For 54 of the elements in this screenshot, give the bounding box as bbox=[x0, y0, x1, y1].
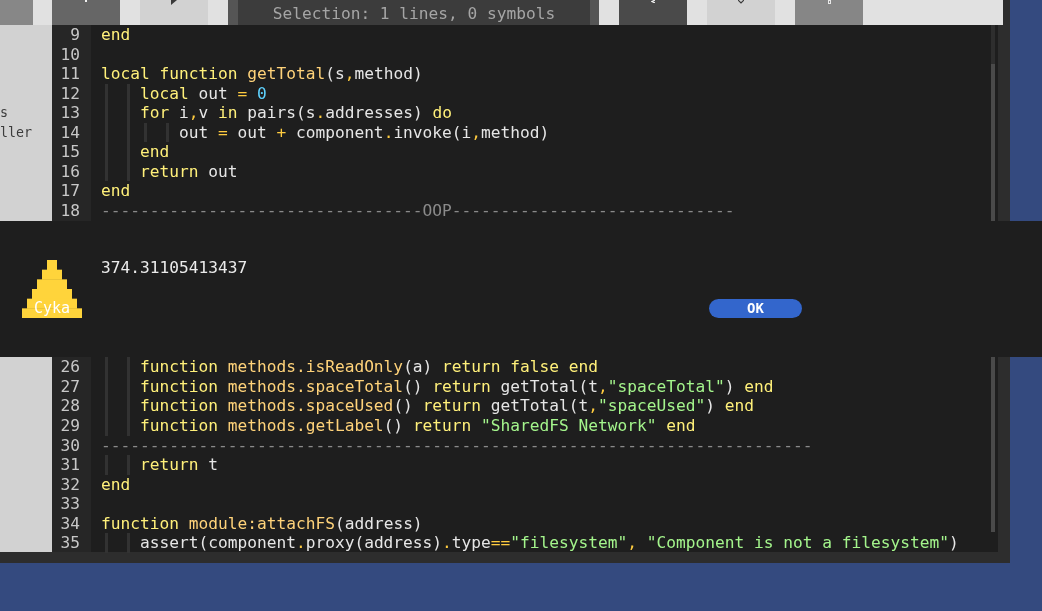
line-number: 9 bbox=[70, 25, 80, 45]
code-line: function methods.spaceTotal() return getTotal(t,"spaceTotal") end bbox=[139, 376, 774, 397]
code-line: local function getTotal(s,method) bbox=[101, 64, 423, 84]
code-line: return t bbox=[139, 455, 218, 475]
line-number: 30 bbox=[60, 435, 80, 456]
code-line: end bbox=[101, 25, 131, 45]
line-number: 33 bbox=[60, 494, 80, 514]
status-text: Selection: 1 lines, 0 symbols bbox=[272, 5, 556, 23]
line-number: 13 bbox=[60, 103, 80, 123]
line-number: 31 bbox=[60, 455, 80, 475]
logo-label: Cyka bbox=[33, 300, 71, 316]
line-number: 10 bbox=[60, 44, 80, 65]
line-number: 12 bbox=[60, 83, 80, 104]
line-number: 16 bbox=[60, 161, 80, 182]
code-line: function methods.getLabel() return "SharedFS Network" end bbox=[139, 416, 696, 436]
line-number: 17 bbox=[60, 181, 80, 201]
code-line: function module:attachFS(address) bbox=[101, 513, 423, 534]
toolbar-button[interactable] bbox=[619, 0, 687, 25]
line-number: 26 bbox=[60, 357, 80, 377]
ok-button[interactable]: OK bbox=[709, 298, 802, 318]
line-number: 29 bbox=[60, 416, 80, 436]
toolbar-button[interactable] bbox=[140, 0, 208, 25]
code-line: ------------------------------------------------------------------------- bbox=[101, 435, 813, 456]
line-number: 14 bbox=[60, 122, 80, 143]
code-line: return out bbox=[139, 161, 238, 182]
code-line: out = out + component.invoke(i,method) bbox=[178, 122, 550, 143]
line-number: 32 bbox=[60, 474, 80, 495]
toolbar-button[interactable] bbox=[707, 0, 775, 25]
line-number: 27 bbox=[60, 376, 80, 397]
stepped-triangle-icon bbox=[22, 260, 82, 318]
triangle-icon bbox=[171, 0, 177, 5]
line-number: 15 bbox=[60, 142, 80, 162]
file-name[interactable]: s bbox=[0, 103, 8, 123]
line-number: 34 bbox=[60, 513, 80, 534]
file-name[interactable]: ller bbox=[0, 122, 33, 143]
toolbar-button[interactable] bbox=[52, 0, 120, 25]
code-line: function methods.spaceUsed() return getTotal(t,"spaceUsed") end bbox=[139, 396, 755, 416]
line-number: 11 bbox=[60, 64, 80, 84]
code-line: ---------------------------------OOP----------------------------- bbox=[101, 200, 735, 221]
chevron-left-icon bbox=[651, 0, 655, 3]
code-line: function methods.isReadOnly(a) return false end bbox=[139, 357, 599, 377]
line-number: 18 bbox=[60, 200, 80, 221]
line-number: 35 bbox=[60, 533, 80, 553]
code-line: for i,v in pairs(s.addresses) do bbox=[139, 103, 452, 123]
line-number: 28 bbox=[60, 396, 80, 416]
code-line: end bbox=[139, 142, 170, 162]
toolbar-button[interactable] bbox=[795, 0, 863, 25]
code-line: end bbox=[101, 474, 131, 495]
toolbar-button[interactable] bbox=[0, 0, 33, 25]
code-line: end bbox=[101, 181, 131, 201]
code-line: assert(component.proxy(address).type=="filesystem", "Component is not a filesystem") bbox=[139, 533, 959, 553]
dialog-message: 374.31105413437 bbox=[101, 258, 248, 278]
chevron-down-icon bbox=[738, 0, 744, 4]
code-line: local out = 0 bbox=[139, 83, 267, 104]
